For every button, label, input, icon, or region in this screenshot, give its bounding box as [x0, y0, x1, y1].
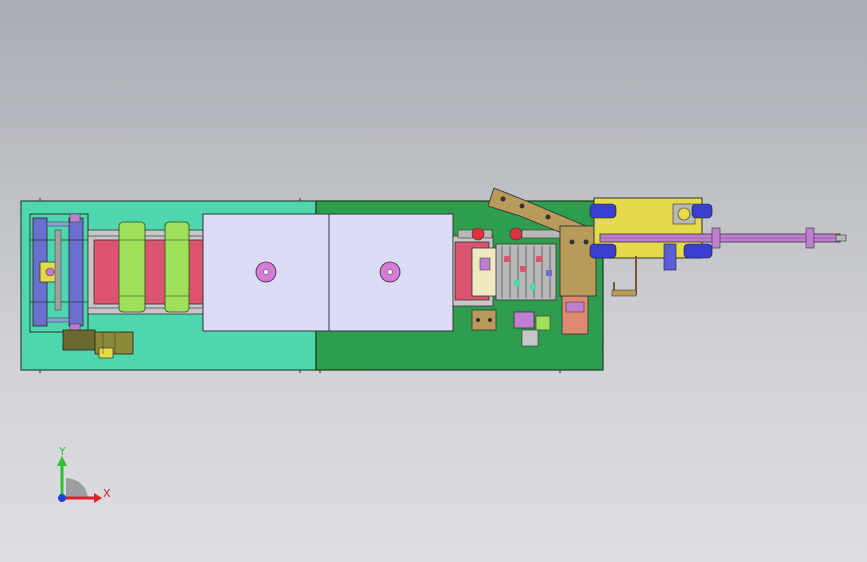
y-axis-label: Y — [58, 445, 66, 458]
machine-model[interactable] — [20, 187, 847, 373]
coordinate-triad: X Y — [57, 445, 111, 503]
cover-panel-left — [202, 213, 330, 332]
transfer-mechanism — [471, 243, 557, 301]
triad-rotation-arc — [66, 477, 88, 498]
hook-bracket — [611, 256, 637, 297]
x-axis-label: X — [103, 487, 111, 500]
x-arrow-head — [94, 493, 102, 503]
roller-2 — [164, 221, 190, 313]
cover-panel-right — [328, 213, 454, 332]
roller-1 — [118, 221, 146, 313]
z-axis-dot — [58, 494, 66, 502]
cad-viewport[interactable]: X Y — [0, 0, 867, 562]
belt-conveyor-left — [87, 229, 209, 315]
